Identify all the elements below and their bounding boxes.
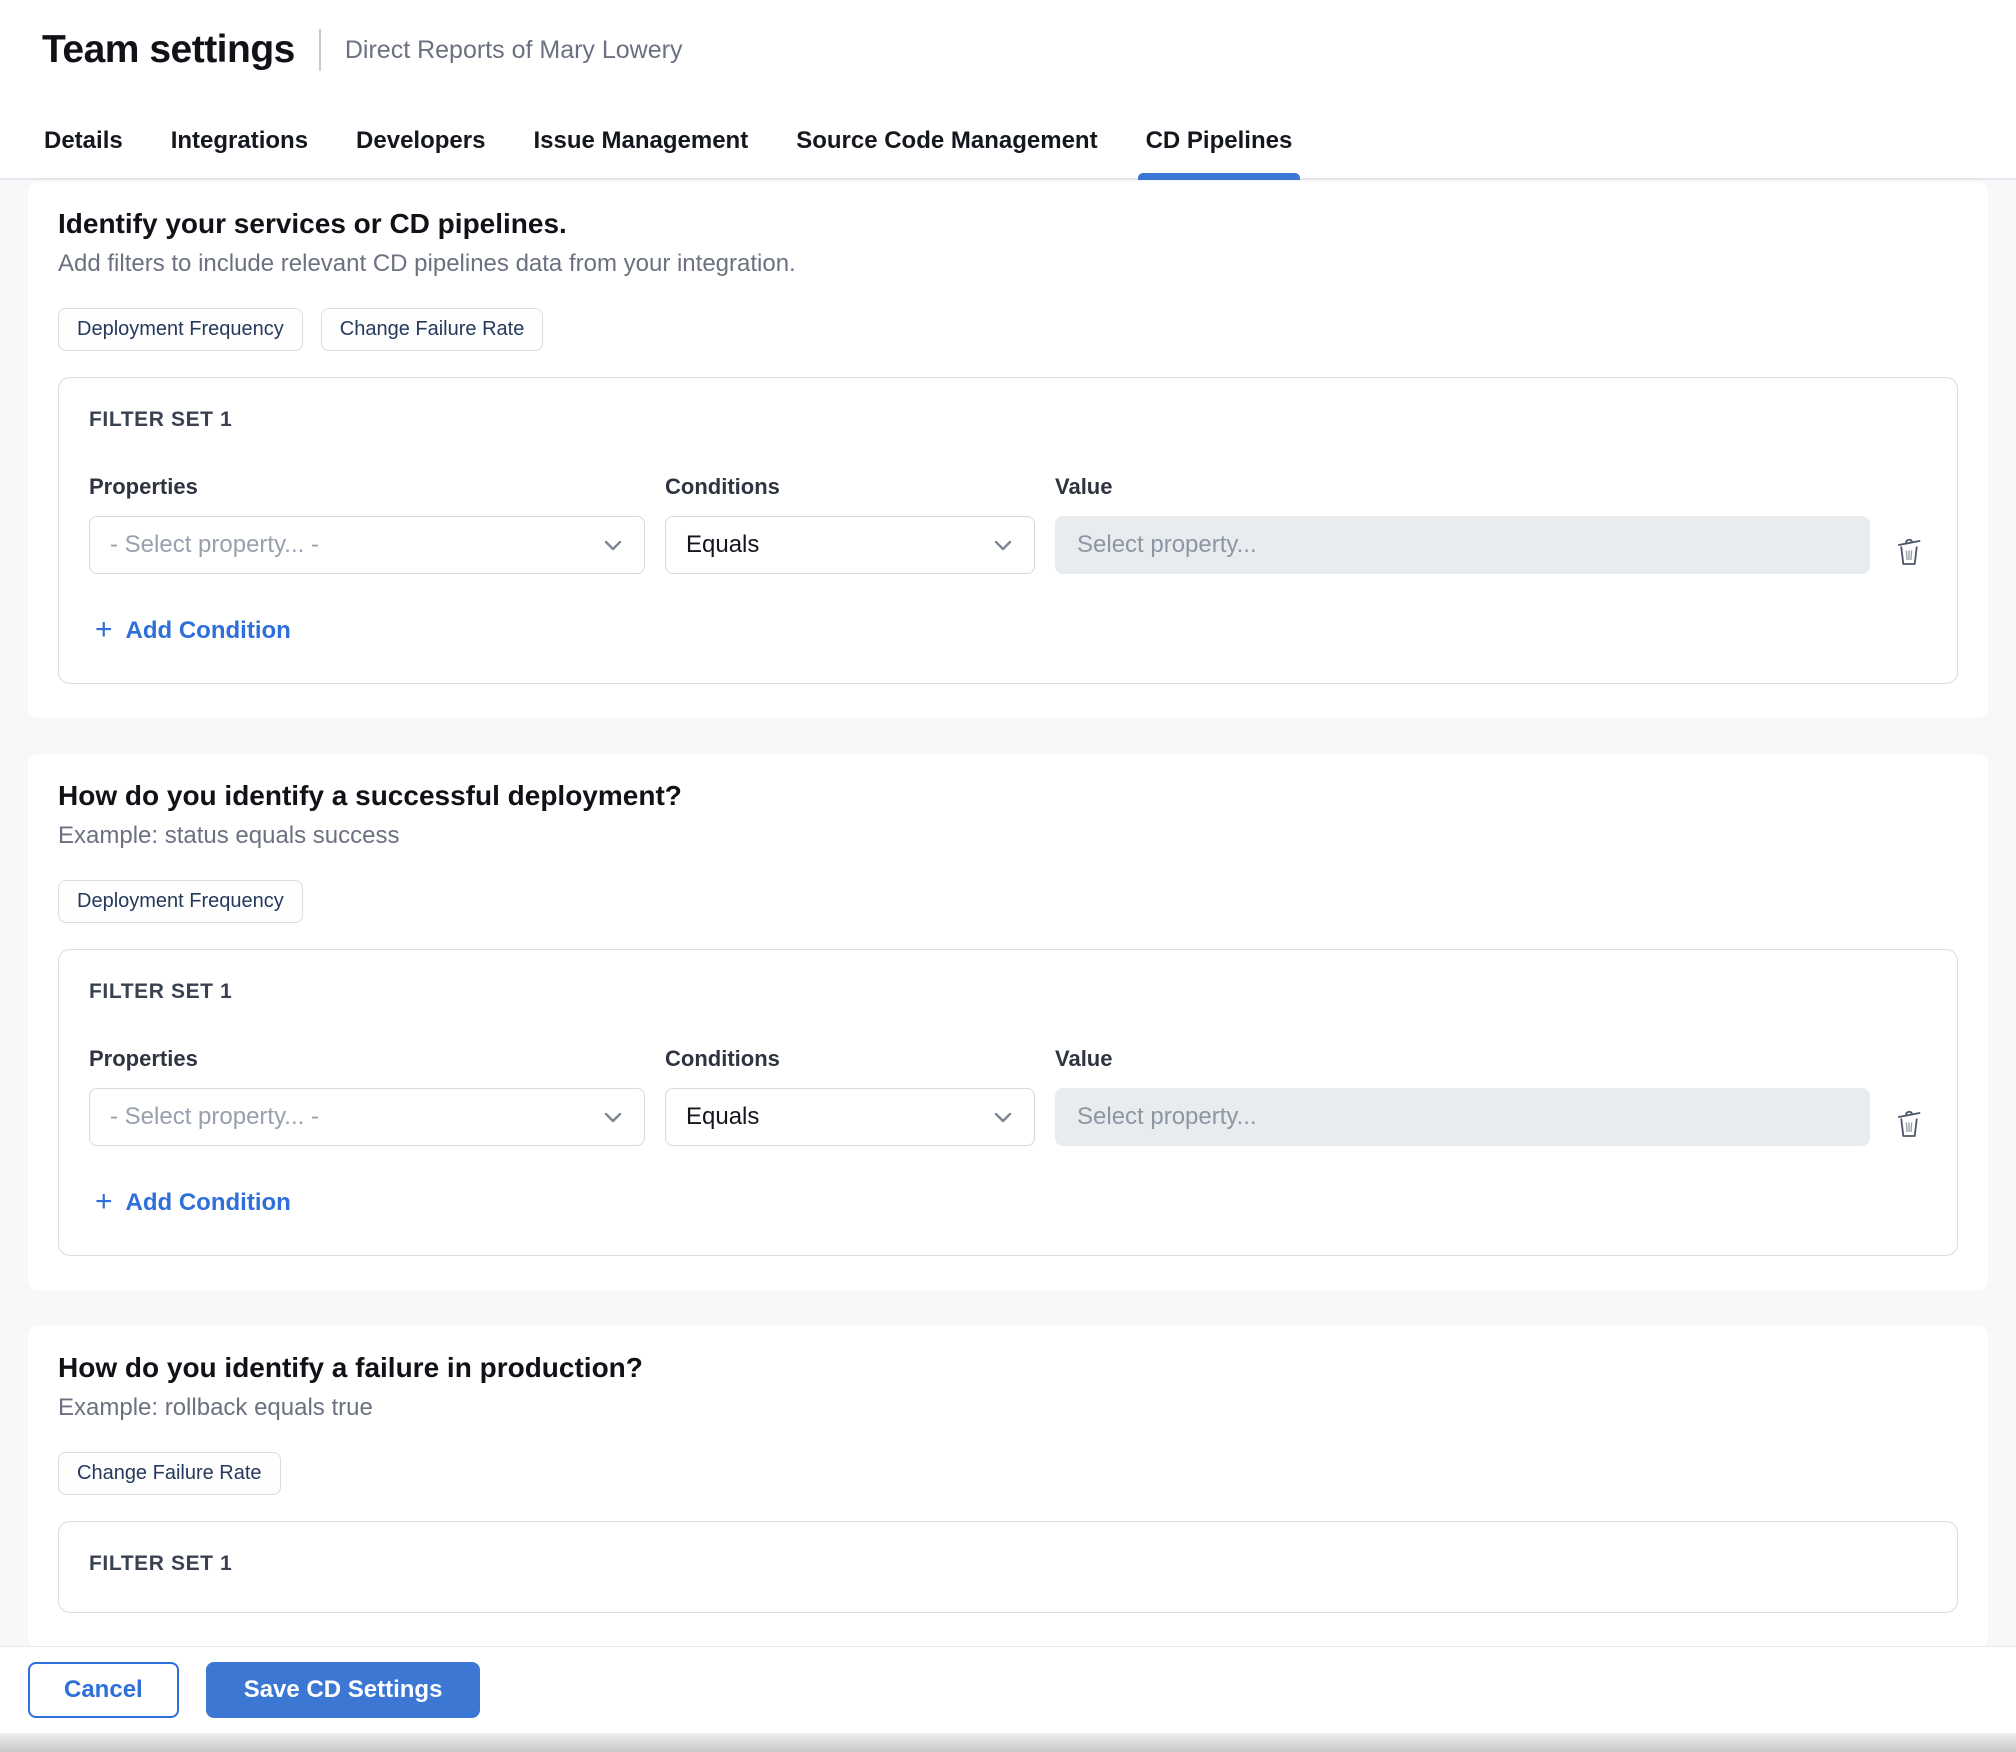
property-select-placeholder: - Select property... - bbox=[110, 531, 319, 559]
properties-label: Properties bbox=[89, 474, 645, 500]
plus-icon: + bbox=[95, 615, 113, 645]
title-divider bbox=[319, 29, 321, 71]
tab-details[interactable]: Details bbox=[42, 102, 125, 178]
filter-set-title: FILTER SET 1 bbox=[89, 980, 1927, 1004]
tab-source-code-management[interactable]: Source Code Management bbox=[794, 102, 1099, 178]
section-failure-production: How do you identify a failure in product… bbox=[28, 1326, 1988, 1647]
value-input[interactable] bbox=[1055, 1088, 1870, 1146]
delete-condition-button[interactable] bbox=[1890, 1104, 1928, 1147]
tab-integrations[interactable]: Integrations bbox=[169, 102, 310, 178]
save-cd-settings-button[interactable]: Save CD Settings bbox=[206, 1662, 481, 1718]
tab-bar: Details Integrations Developers Issue Ma… bbox=[0, 102, 2016, 180]
condition-select-value: Equals bbox=[686, 531, 759, 559]
chevron-down-icon bbox=[602, 1106, 624, 1128]
conditions-label: Conditions bbox=[665, 474, 1035, 500]
value-input[interactable] bbox=[1055, 516, 1870, 574]
badge-row: Deployment Frequency Change Failure Rate bbox=[58, 308, 1958, 351]
filter-set-title: FILTER SET 1 bbox=[89, 408, 1927, 432]
tab-cd-pipelines[interactable]: CD Pipelines bbox=[1144, 102, 1295, 178]
plus-icon: + bbox=[95, 1187, 113, 1217]
section-identify-pipelines: Identify your services or CD pipelines. … bbox=[28, 182, 1988, 718]
property-select[interactable]: - Select property... - bbox=[89, 516, 645, 574]
badge-deployment-frequency: Deployment Frequency bbox=[58, 880, 303, 923]
page-title: Team settings bbox=[42, 28, 295, 72]
page-header: Team settings Direct Reports of Mary Low… bbox=[0, 0, 2016, 102]
badge-row: Change Failure Rate bbox=[58, 1452, 1958, 1495]
cancel-button[interactable]: Cancel bbox=[28, 1662, 179, 1718]
action-footer: Cancel Save CD Settings bbox=[0, 1647, 2016, 1733]
filter-set-card: FILTER SET 1 Properties - Select propert… bbox=[58, 377, 1958, 684]
filter-set-title: FILTER SET 1 bbox=[89, 1552, 1927, 1576]
tab-developers[interactable]: Developers bbox=[354, 102, 487, 178]
badge-change-failure-rate: Change Failure Rate bbox=[321, 308, 544, 351]
section-heading: How do you identify a failure in product… bbox=[58, 1352, 1958, 1384]
property-select-placeholder: - Select property... - bbox=[110, 1103, 319, 1131]
conditions-label: Conditions bbox=[665, 1046, 1035, 1072]
add-condition-button[interactable]: + Add Condition bbox=[89, 615, 297, 647]
condition-select-value: Equals bbox=[686, 1103, 759, 1131]
property-select[interactable]: - Select property... - bbox=[89, 1088, 645, 1146]
bottom-gradient-band bbox=[0, 1733, 2016, 1752]
add-condition-label: Add Condition bbox=[126, 617, 291, 645]
badge-change-failure-rate: Change Failure Rate bbox=[58, 1452, 281, 1495]
section-description: Example: status equals success bbox=[58, 822, 1958, 850]
properties-label: Properties bbox=[89, 1046, 645, 1072]
filter-condition-row: Properties - Select property... - Condit… bbox=[89, 474, 1927, 575]
section-heading: How do you identify a successful deploym… bbox=[58, 780, 1958, 812]
trash-icon bbox=[1894, 536, 1924, 571]
add-condition-button[interactable]: + Add Condition bbox=[89, 1187, 297, 1219]
delete-condition-button[interactable] bbox=[1890, 532, 1928, 575]
value-label: Value bbox=[1055, 474, 1870, 500]
section-successful-deployment: How do you identify a successful deploym… bbox=[28, 754, 1988, 1290]
badge-row: Deployment Frequency bbox=[58, 880, 1958, 923]
filter-condition-row: Properties - Select property... - Condit… bbox=[89, 1046, 1927, 1147]
condition-select[interactable]: Equals bbox=[665, 516, 1035, 574]
filter-set-card: FILTER SET 1 Properties - Select propert… bbox=[58, 949, 1958, 1256]
value-label: Value bbox=[1055, 1046, 1870, 1072]
main-content: Identify your services or CD pipelines. … bbox=[0, 180, 2016, 1647]
tab-issue-management[interactable]: Issue Management bbox=[531, 102, 750, 178]
chevron-down-icon bbox=[992, 534, 1014, 556]
page-subtitle: Direct Reports of Mary Lowery bbox=[345, 36, 683, 65]
section-description: Add filters to include relevant CD pipel… bbox=[58, 250, 1958, 278]
section-heading: Identify your services or CD pipelines. bbox=[58, 208, 1958, 240]
section-description: Example: rollback equals true bbox=[58, 1394, 1958, 1422]
badge-deployment-frequency: Deployment Frequency bbox=[58, 308, 303, 351]
chevron-down-icon bbox=[992, 1106, 1014, 1128]
filter-set-card: FILTER SET 1 bbox=[58, 1521, 1958, 1613]
add-condition-label: Add Condition bbox=[126, 1189, 291, 1217]
condition-select[interactable]: Equals bbox=[665, 1088, 1035, 1146]
trash-icon bbox=[1894, 1108, 1924, 1143]
chevron-down-icon bbox=[602, 534, 624, 556]
